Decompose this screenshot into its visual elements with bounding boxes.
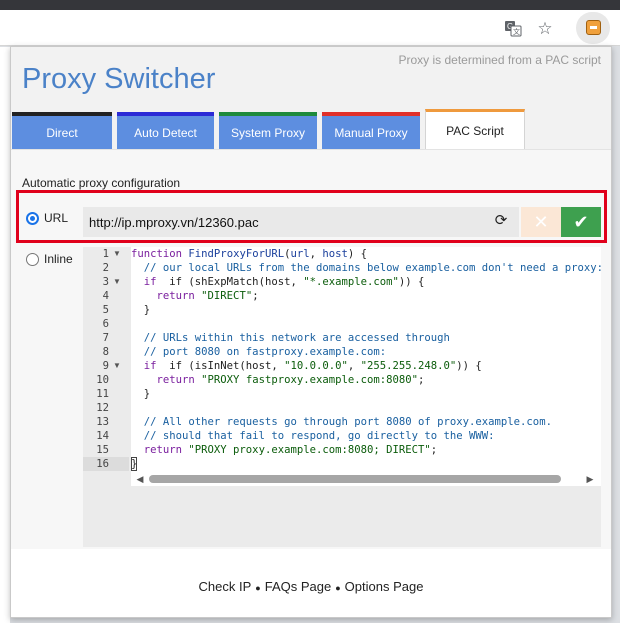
code-line: return "PROXY proxy.example.com:8080; DI… [131,444,438,456]
browser-title-strip [0,0,620,10]
tab-auto-detect[interactable]: Auto Detect [117,112,214,149]
tab-manual-proxy[interactable]: Manual Proxy [322,112,420,149]
extension-icon [586,20,601,35]
inline-radio-label[interactable]: Inline [44,252,73,266]
background-page [0,47,10,623]
footer-separator: ● [335,583,341,593]
line-number: 2 [102,262,109,274]
tab-system-proxy[interactable]: System Proxy [219,112,317,149]
code-line: } [131,304,151,316]
fold-toggle-icon[interactable]: ▼ [113,359,123,373]
pac-script-editor[interactable]: 1 ▼ 2 3 ▼ 4 5 6 7 8 9 ▼ 10 11 12 13 14 1… [83,247,601,547]
code-line: // All other requests go through port 80… [131,416,552,428]
fold-toggle-icon[interactable]: ▼ [113,275,123,289]
code-line: function FindProxyForURL(url, host) { [131,248,368,260]
line-number: 12 [96,402,109,414]
inline-radio[interactable] [26,253,39,266]
editor-gutter: 1 ▼ 2 3 ▼ 4 5 6 7 8 9 ▼ 10 11 12 13 14 1… [83,247,129,472]
line-number: 13 [96,416,109,428]
check-ip-link[interactable]: Check IP [199,579,252,594]
line-number: 8 [102,346,109,358]
scrollbar-thumb[interactable] [149,475,561,483]
line-number: 5 [102,304,109,316]
line-number: 7 [102,332,109,344]
tab-pac-script[interactable]: PAC Script [425,109,525,150]
editor-code-area[interactable]: function FindProxyForURL(url, host) { //… [131,247,601,472]
tab-direct[interactable]: Direct [12,112,112,149]
scroll-right-icon[interactable]: ▶ [583,472,597,486]
footer-links: Check IP ● FAQs Page ● Options Page [11,579,611,594]
svg-text:文: 文 [513,27,520,36]
code-line: // should that fail to respond, go direc… [131,430,495,442]
line-number: 6 [102,318,109,330]
code-line: // our local URLs from the domains below… [131,262,601,274]
line-number: 15 [96,444,109,456]
faqs-link[interactable]: FAQs Page [265,579,331,594]
bookmark-star-icon[interactable]: ☆ [534,17,556,39]
horizontal-scrollbar[interactable]: ◀ ▶ [131,472,601,486]
url-radio-label[interactable]: URL [44,211,68,225]
proxy-switcher-popup: Proxy is determined from a PAC script Pr… [10,46,612,618]
translate-icon[interactable]: G文 [502,17,524,39]
section-label: Automatic proxy configuration [22,176,181,190]
code-keyword: function [131,248,183,260]
header-status-note: Proxy is determined from a PAC script [398,53,601,67]
fold-toggle-icon[interactable]: ▼ [113,247,123,261]
line-number: 11 [96,388,109,400]
line-number: 3 [102,276,109,288]
line-number: 4 [102,290,109,302]
line-number: 9 [102,360,109,372]
code-line: // port 8080 on fastproxy.example.com: [131,346,387,358]
url-radio[interactable] [26,212,39,225]
code-line: if if (isInNet(host, "10.0.0.0", "255.25… [131,360,482,372]
code-line: return "PROXY fastproxy.example.com:8080… [131,374,425,386]
app-title: Proxy Switcher [22,63,216,95]
pac-url-value: http://ip.mproxy.vn/12360.pac [89,215,259,230]
code-line: } [131,388,151,400]
code-line: // URLs within this network are accessed… [131,332,450,344]
footer-separator: ● [255,583,261,593]
code-line: if if (shExpMatch(host, "*.example.com")… [131,276,425,288]
proxy-switcher-extension-button[interactable] [576,12,610,44]
refresh-icon[interactable]: ⟳ [493,213,509,229]
code-function-name: FindProxyForURL [188,248,285,260]
apply-button[interactable]: ✔ [561,207,601,237]
browser-toolbar [0,10,620,46]
text-cursor [131,457,137,471]
code-line: return "DIRECT"; [131,290,259,302]
line-number: 10 [96,374,109,386]
scroll-left-icon[interactable]: ◀ [133,472,147,486]
line-number: 1 [102,248,109,260]
line-number: 16 [96,458,109,470]
line-number: 14 [96,430,109,442]
options-link[interactable]: Options Page [345,579,424,594]
cancel-button[interactable]: ✕ [521,207,561,237]
pac-url-input[interactable]: http://ip.mproxy.vn/12360.pac ⟳ [83,207,519,237]
